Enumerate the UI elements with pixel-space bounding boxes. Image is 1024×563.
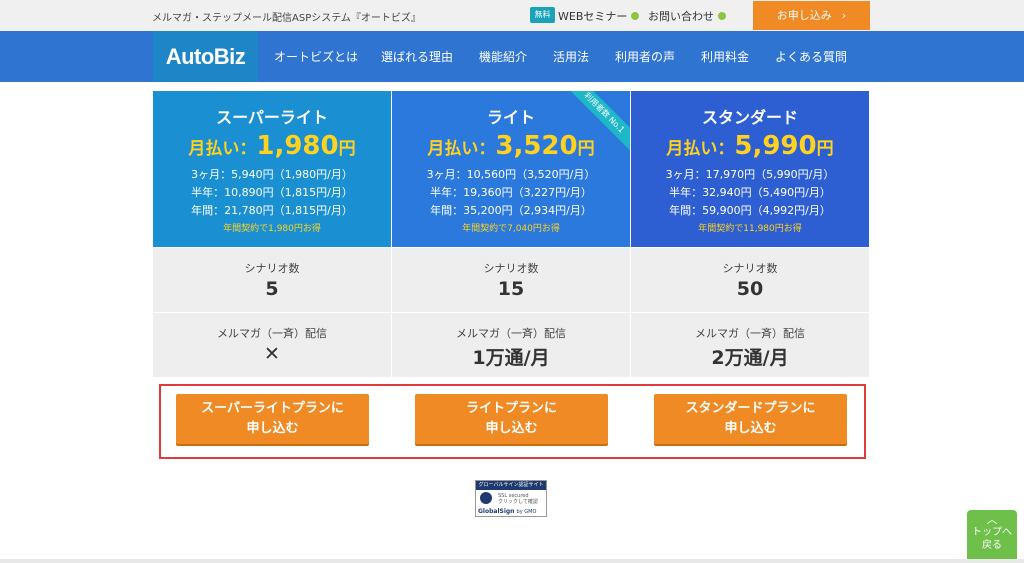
free-badge: 無料 [530, 7, 555, 23]
plan-name: スタンダード [701, 108, 798, 127]
plan-name: ライト [486, 108, 535, 127]
mail-cell-standard: メルマガ（一斉）配信 2万通/月 [631, 313, 869, 377]
top-utility-bar: メルマガ・ステップメール配信ASPシステム『オートビズ』 無料 WEBセミナー … [0, 0, 1024, 31]
nav-item-faq[interactable]: よくある質問 [775, 48, 847, 65]
scenario-cell-light: シナリオ数 15 [392, 248, 630, 312]
term-3m: 3ヶ月：17,970円（5,990円/月） [665, 168, 835, 181]
scenario-label: シナリオ数 [722, 262, 778, 275]
scenario-label: シナリオ数 [244, 262, 300, 275]
plan-header-light: 利用者数 No.1 ライト 月払い：3,520円 3ヶ月：10,560円（3,5… [392, 91, 630, 247]
nav-item-usage[interactable]: 活用法 [553, 48, 589, 65]
annual-saving: 年間契約で11,980円お得 [698, 224, 802, 234]
seal-brand: GlobalSign [478, 508, 515, 515]
nav-item-pricing[interactable]: 利用料金 [701, 48, 749, 65]
scenario-value: 50 [736, 278, 764, 300]
apply-label-line2: 申し込む [724, 421, 777, 436]
apply-label-line1: スタンダードプランに [685, 401, 816, 416]
site-tagline: メルマガ・ステップメール配信ASPシステム『オートビズ』 [152, 13, 421, 24]
apply-top-label: お申し込み [776, 9, 832, 22]
term-1y: 年間：35,200円（2,934円/月） [430, 204, 592, 217]
scenario-label: シナリオ数 [483, 262, 539, 275]
mail-value: 2万通/月 [711, 347, 789, 369]
mail-label: メルマガ（一斉）配信 [456, 327, 566, 340]
term-6m: 半年：32,940円（5,490円/月） [669, 186, 831, 199]
webinar-link[interactable]: WEBセミナー [558, 8, 640, 24]
footer-divider [0, 559, 1024, 563]
nav-item-about[interactable]: オートビズとは [274, 48, 358, 65]
seal-by: by GMO [516, 509, 537, 515]
term-1y: 年間：21,780円（1,815円/月） [191, 204, 353, 217]
mail-label: メルマガ（一斉）配信 [217, 327, 327, 340]
arrow-circle-icon [631, 12, 640, 20]
apply-standard-button[interactable]: スタンダードプランに 申し込む [654, 394, 847, 444]
scenario-value: 15 [497, 278, 525, 300]
mail-value: ✕ [264, 343, 280, 365]
mail-cell-light: メルマガ（一斉）配信 1万通/月 [392, 313, 630, 377]
nav-item-reasons[interactable]: 選ばれる理由 [381, 48, 453, 65]
mail-value: 1万通/月 [472, 347, 550, 369]
monthly-price: 月払い：3,520円 [427, 131, 595, 161]
logo[interactable]: AutoBiz [153, 31, 258, 82]
term-6m: 半年：10,890円（1,815円/月） [191, 186, 353, 199]
arrow-circle-icon [718, 12, 726, 20]
plan-header-super-light: スーパーライト 月払い：1,980円 3ヶ月：5,940円（1,980円/月） … [153, 91, 391, 247]
mail-cell-super-light: メルマガ（一斉）配信 ✕ [153, 313, 391, 377]
term-prices: 3ヶ月：5,940円（1,980円/月） 半年：10,890円（1,815円/月… [153, 166, 391, 220]
apply-label-line2: 申し込む [485, 421, 538, 436]
globalsign-seal[interactable]: グローバルサイン認証サイト SSL secured クリックして確認 Global… [475, 480, 547, 517]
chevron-right-icon: › [841, 9, 847, 22]
term-3m: 3ヶ月：10,560円（3,520円/月） [426, 168, 596, 181]
monthly-price: 月払い：5,990円 [666, 131, 834, 161]
to-top-line2: 戻る [982, 540, 1002, 551]
monthly-price: 月払い：1,980円 [188, 131, 356, 161]
to-top-line1: トップへ [972, 527, 1012, 538]
nav-item-features[interactable]: 機能紹介 [479, 48, 527, 65]
apply-label-line1: ライトプランに [465, 401, 557, 416]
chevron-up-icon: ︿ [986, 513, 998, 526]
apply-super-light-button[interactable]: スーパーライトプランに 申し込む [176, 394, 369, 444]
term-1y: 年間：59,900円（4,992円/月） [669, 204, 831, 217]
scenario-cell-standard: シナリオ数 50 [631, 248, 869, 312]
apply-label-line2: 申し込む [246, 421, 299, 436]
annual-saving: 年間契約で1,980円お得 [223, 224, 321, 234]
mail-label: メルマガ（一斉）配信 [695, 327, 805, 340]
scenario-value: 5 [265, 278, 279, 300]
contact-label: お問い合わせ [648, 10, 714, 23]
webinar-label: WEBセミナー [558, 10, 628, 23]
apply-light-button[interactable]: ライトプランに 申し込む [415, 394, 608, 444]
plan-header-standard: スタンダード 月払い：5,990円 3ヶ月：17,970円（5,990円/月） … [631, 91, 869, 247]
term-6m: 半年：19,360円（3,227円/月） [430, 186, 592, 199]
seal-icon [480, 492, 492, 504]
apply-label-line1: スーパーライトプランに [201, 401, 344, 416]
term-3m: 3ヶ月：5,940円（1,980円/月） [191, 168, 353, 181]
scenario-cell-super-light: シナリオ数 5 [153, 248, 391, 312]
nav-item-voices[interactable]: 利用者の声 [615, 48, 675, 65]
seal-band: グローバルサイン認証サイト [476, 481, 546, 490]
click-text: クリックして確認 [498, 499, 538, 505]
term-prices: 3ヶ月：17,970円（5,990円/月） 半年：32,940円（5,490円/… [631, 166, 869, 220]
apply-top-button[interactable]: お申し込み › [753, 1, 870, 30]
back-to-top-button[interactable]: ︿ トップへ 戻る [967, 510, 1017, 563]
plan-name: スーパーライト [216, 108, 328, 127]
annual-saving: 年間契約で7,040円お得 [462, 224, 560, 234]
contact-link[interactable]: お問い合わせ [648, 8, 726, 24]
term-prices: 3ヶ月：10,560円（3,520円/月） 半年：19,360円（3,227円/… [392, 166, 630, 220]
